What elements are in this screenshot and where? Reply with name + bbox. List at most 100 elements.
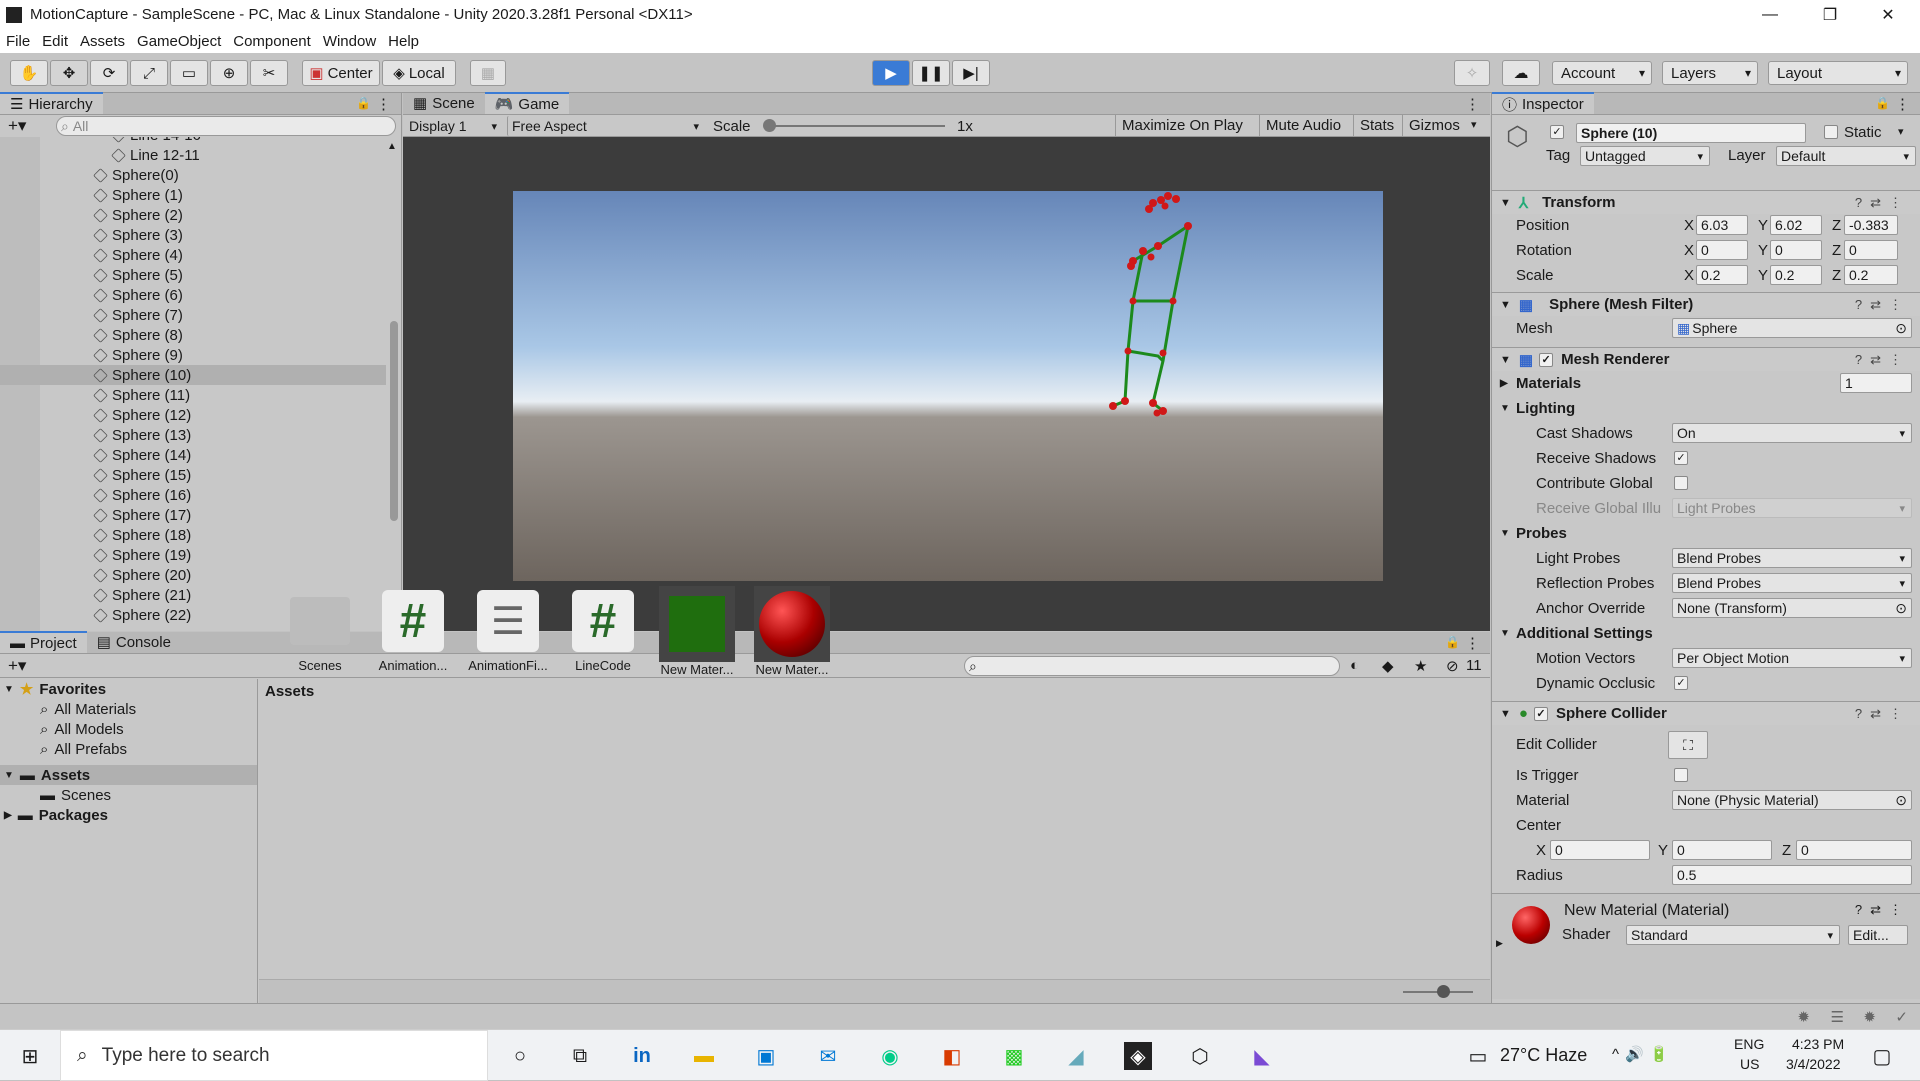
file-explorer-icon[interactable]: ▬ (690, 1042, 718, 1070)
linkedin-icon[interactable]: in (628, 1042, 656, 1070)
mesh-filter-header[interactable]: ▼ ▦ Sphere (Mesh Filter) ?⇄⋮ (1492, 292, 1920, 316)
layers-dropdown[interactable]: Layers (1662, 61, 1758, 85)
rotate-tool-icon[interactable]: ⟳ (90, 60, 128, 86)
layout-dropdown[interactable]: Layout (1768, 61, 1908, 85)
foldout-arrow-icon[interactable]: ▼ (1500, 708, 1511, 720)
visual-studio-icon[interactable]: ◣ (1248, 1042, 1276, 1070)
favorites-star-icon[interactable]: ★ (1414, 657, 1427, 675)
cloud-icon[interactable]: ☁ (1502, 60, 1540, 86)
game-render-viewport[interactable] (513, 191, 1383, 581)
position-z-field[interactable]: -0.383 (1844, 215, 1898, 235)
packages-folder-row[interactable]: ▶ ▬ Packages (0, 805, 257, 825)
position-y-field[interactable]: 6.02 (1770, 215, 1822, 235)
radius-field[interactable]: 0.5 (1672, 865, 1912, 885)
weather-icon[interactable]: ▭ (1464, 1042, 1492, 1070)
edge-icon[interactable]: ◉ (876, 1042, 904, 1070)
display-dropdown[interactable]: Display 1 (405, 116, 503, 136)
hierarchy-item[interactable]: Sphere (9) (0, 345, 386, 365)
minimize-button[interactable]: — (1742, 0, 1798, 29)
material-header-icons[interactable]: ?⇄⋮ (1855, 902, 1910, 918)
inspector-kebab-icon[interactable]: ⋮ (1895, 95, 1910, 113)
favorite-item[interactable]: ⌕ All Materials (0, 699, 257, 719)
pivot-center-button[interactable]: ▣ Center (302, 60, 380, 86)
asset-script-linecode[interactable]: # LineCode (563, 590, 643, 673)
hierarchy-item[interactable]: Sphere (7) (0, 305, 386, 325)
hierarchy-item[interactable]: Sphere (18) (0, 525, 386, 545)
language-line1[interactable]: ENG (1734, 1036, 1764, 1052)
probes-section[interactable]: ▼ Probes (1492, 523, 1920, 543)
asset-script-animation[interactable]: # Animation... (373, 590, 453, 673)
foldout-arrow-icon[interactable]: ▼ (4, 684, 14, 695)
rotation-z-field[interactable]: 0 (1844, 240, 1898, 260)
layer-dropdown[interactable]: Default (1776, 146, 1916, 166)
hierarchy-item[interactable]: Sphere (19) (0, 545, 386, 565)
language-line2[interactable]: US (1740, 1056, 1759, 1072)
anchor-override-field[interactable]: None (Transform) ⊙ (1672, 598, 1912, 618)
move-tool-icon[interactable]: ✥ (50, 60, 88, 86)
favorite-item[interactable]: ⌕ All Models (0, 719, 257, 739)
object-name-field[interactable]: Sphere (10) (1576, 123, 1806, 143)
additional-settings-section[interactable]: ▼ Additional Settings (1492, 623, 1920, 643)
project-create-plus-icon[interactable]: +▾ (8, 656, 26, 676)
task-view-icon[interactable]: ⧉ (566, 1042, 594, 1070)
tab-scene[interactable]: ▦ Scene (403, 92, 485, 114)
scale-slider-thumb[interactable] (763, 119, 776, 132)
asset-text-animationfile[interactable]: ☰ AnimationFi... (468, 590, 548, 673)
foldout-arrow-icon[interactable]: ▼ (1500, 628, 1510, 639)
rect-tool-icon[interactable]: ▭ (170, 60, 208, 86)
notifications-icon[interactable]: ▢ (1868, 1042, 1896, 1070)
hierarchy-item[interactable]: Sphere (14) (0, 445, 386, 465)
close-button[interactable]: ✕ (1860, 0, 1916, 29)
motion-vectors-dropdown[interactable]: Per Object Motion (1672, 648, 1912, 668)
tab-inspector[interactable]: ⓘ Inspector (1492, 92, 1594, 114)
favorites-row[interactable]: ▼ ★ Favorites (0, 679, 257, 699)
clock-date[interactable]: 3/4/2022 (1786, 1056, 1841, 1072)
tag-dropdown[interactable]: Untagged (1580, 146, 1710, 166)
hierarchy-item[interactable]: Sphere (8) (0, 325, 386, 345)
hierarchy-item[interactable]: Sphere (12) (0, 405, 386, 425)
tab-hierarchy[interactable]: ☰ Hierarchy (0, 92, 103, 114)
tab-console[interactable]: ▤ Console (87, 631, 181, 653)
menu-component[interactable]: Component (233, 33, 311, 50)
hierarchy-item[interactable]: Sphere (10) (0, 365, 386, 385)
bug-icon[interactable]: ✹ (1863, 1008, 1876, 1026)
account-dropdown[interactable]: Account (1552, 61, 1652, 85)
hierarchy-item[interactable]: Sphere (17) (0, 505, 386, 525)
hand-tool-icon[interactable]: ✋ (10, 60, 48, 86)
position-x-field[interactable]: 6.03 (1696, 215, 1748, 235)
component-header-icons[interactable]: ?⇄⋮ (1855, 195, 1910, 211)
step-button[interactable]: ▶| (952, 60, 990, 86)
assets-folder-row[interactable]: ▼ ▬ Assets (0, 765, 257, 785)
hierarchy-item[interactable]: Sphere (4) (0, 245, 386, 265)
foldout-arrow-icon[interactable]: ▼ (1500, 299, 1511, 311)
lock-icon[interactable]: 🔒 (356, 96, 371, 110)
transform-tool-icon[interactable]: ⊕ (210, 60, 248, 86)
scale-z-field[interactable]: 0.2 (1844, 265, 1898, 285)
scenes-folder-row[interactable]: ▬ Scenes (0, 785, 257, 805)
layers-status-icon[interactable]: ☰ (1831, 1008, 1844, 1026)
project-search-input[interactable]: ⌕ (964, 656, 1340, 676)
foldout-arrow-icon[interactable]: ▼ (1500, 403, 1510, 414)
grid-snap-icon[interactable]: ▦ (470, 60, 506, 86)
hierarchy-item[interactable]: Sphere (15) (0, 465, 386, 485)
menu-assets[interactable]: Assets (80, 33, 125, 50)
clock-time[interactable]: 4:23 PM (1792, 1036, 1844, 1052)
shader-edit-button[interactable]: Edit... (1848, 925, 1908, 945)
custom-tool-icon[interactable]: ✂ (250, 60, 288, 86)
mesh-object-field[interactable]: ▦ Sphere ⊙ (1672, 318, 1912, 338)
stats-toggle[interactable]: Stats (1353, 115, 1400, 136)
asset-material-red[interactable]: New Mater... (752, 586, 832, 677)
static-dropdown-icon[interactable]: ▾ (1898, 125, 1904, 138)
office-icon[interactable]: ◧ (938, 1042, 966, 1070)
hierarchy-item[interactable]: Sphere (3) (0, 225, 386, 245)
menu-file[interactable]: File (6, 33, 30, 50)
hierarchy-item[interactable]: Sphere (13) (0, 425, 386, 445)
cortana-icon[interactable]: ○ (506, 1042, 534, 1070)
menu-edit[interactable]: Edit (42, 33, 68, 50)
project-lock-icon[interactable]: 🔒 (1445, 635, 1460, 649)
transform-header[interactable]: ▼ ⅄ Transform ?⇄⋮ (1492, 190, 1920, 214)
rotation-x-field[interactable]: 0 (1696, 240, 1748, 260)
asset-folder-scenes[interactable]: Scenes (280, 590, 360, 673)
center-z-field[interactable]: 0 (1796, 840, 1912, 860)
receive-shadows-checkbox[interactable]: ✓ (1674, 451, 1688, 465)
